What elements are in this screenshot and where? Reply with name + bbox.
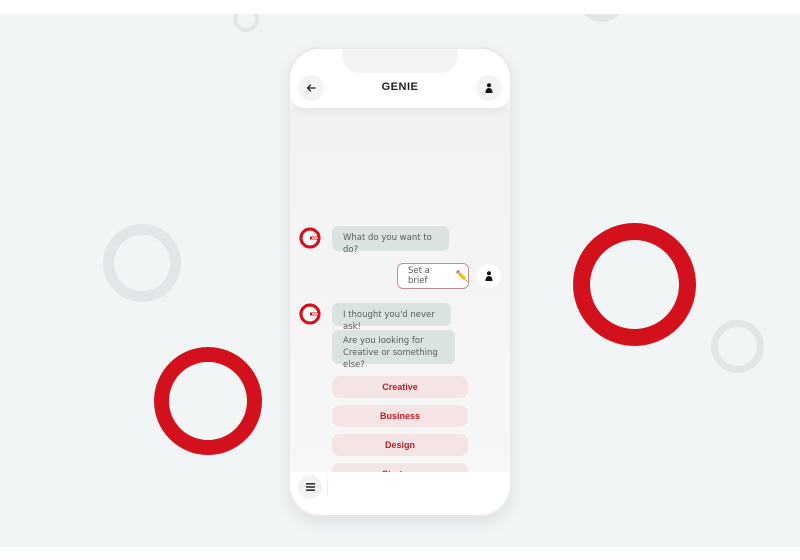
hamburger-menu-icon — [305, 483, 315, 491]
option-creative[interactable]: Creative — [332, 376, 468, 398]
decorative-ring — [573, 223, 696, 346]
footer-divider — [327, 478, 328, 496]
user-icon — [485, 83, 493, 93]
pencil-icon: ✏️ — [455, 270, 468, 282]
phone-notch — [342, 49, 458, 73]
phone-mockup: GENIE What do you want to do? Set a brie… — [290, 49, 510, 515]
decorative-circle — [580, 14, 624, 22]
user-message-text: Set a brief — [408, 266, 430, 286]
decorative-ring — [233, 14, 259, 32]
chat-footer — [290, 472, 510, 515]
decorative-ring — [711, 320, 764, 373]
user-icon — [485, 271, 493, 281]
genie-logo-icon — [298, 226, 322, 250]
message-input[interactable] — [330, 475, 500, 499]
option-design[interactable]: Design — [332, 434, 468, 456]
chat-area: What do you want to do? Set a brief ✏️ I… — [290, 108, 510, 514]
genie-logo-icon — [298, 302, 322, 326]
decorative-ring — [154, 347, 262, 455]
bot-message: I thought you'd never ask! — [332, 303, 451, 332]
user-message: Set a brief ✏️ — [397, 263, 469, 289]
menu-button[interactable] — [298, 475, 322, 499]
bot-message: Are you looking for Creative or somethin… — [332, 330, 455, 370]
decorative-ring — [103, 224, 181, 302]
bot-message: What do you want to do? — [332, 226, 449, 255]
option-business[interactable]: Business — [332, 405, 468, 427]
profile-button[interactable] — [476, 75, 502, 101]
user-avatar — [477, 264, 501, 288]
